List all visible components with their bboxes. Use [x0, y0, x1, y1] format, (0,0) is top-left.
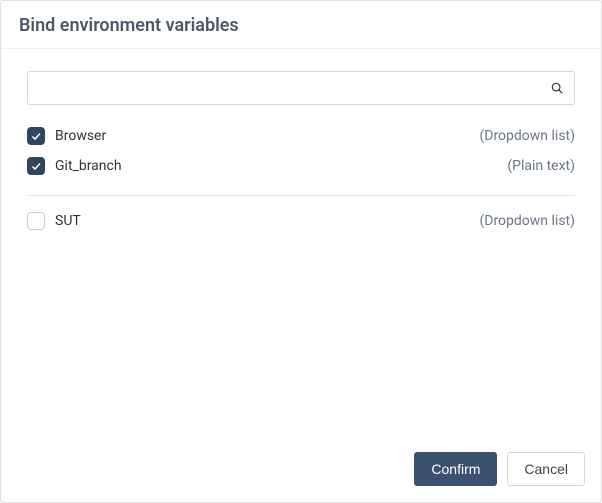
variable-type: (Dropdown list): [479, 213, 575, 229]
checkbox[interactable]: [27, 212, 45, 230]
variable-label: SUT: [55, 213, 81, 229]
checkbox[interactable]: [27, 157, 45, 175]
variable-label: Browser: [55, 128, 106, 144]
dialog-header: Bind environment variables: [1, 1, 601, 49]
variable-group: Browser (Dropdown list) Git_branch (Plai…: [27, 115, 575, 187]
check-icon: [30, 160, 42, 172]
variable-type: (Dropdown list): [479, 128, 575, 144]
search-icon: [550, 81, 564, 95]
cancel-button[interactable]: Cancel: [507, 452, 585, 486]
confirm-button[interactable]: Confirm: [414, 452, 497, 486]
variable-row[interactable]: Git_branch (Plain text): [27, 151, 575, 181]
variable-type: (Plain text): [507, 158, 575, 174]
dialog-content: Browser (Dropdown list) Git_branch (Plai…: [1, 49, 601, 440]
search-input[interactable]: [38, 79, 550, 97]
variable-label: Git_branch: [55, 158, 122, 174]
dialog-footer: Confirm Cancel: [1, 440, 601, 502]
group-divider: [27, 195, 575, 196]
variable-group: SUT (Dropdown list): [27, 200, 575, 242]
variable-list: Browser (Dropdown list) Git_branch (Plai…: [27, 115, 575, 242]
variable-row[interactable]: Browser (Dropdown list): [27, 121, 575, 151]
variable-row[interactable]: SUT (Dropdown list): [27, 206, 575, 236]
dialog-title: Bind environment variables: [19, 15, 583, 36]
check-icon: [30, 130, 42, 142]
checkbox[interactable]: [27, 127, 45, 145]
search-field[interactable]: [27, 71, 575, 105]
